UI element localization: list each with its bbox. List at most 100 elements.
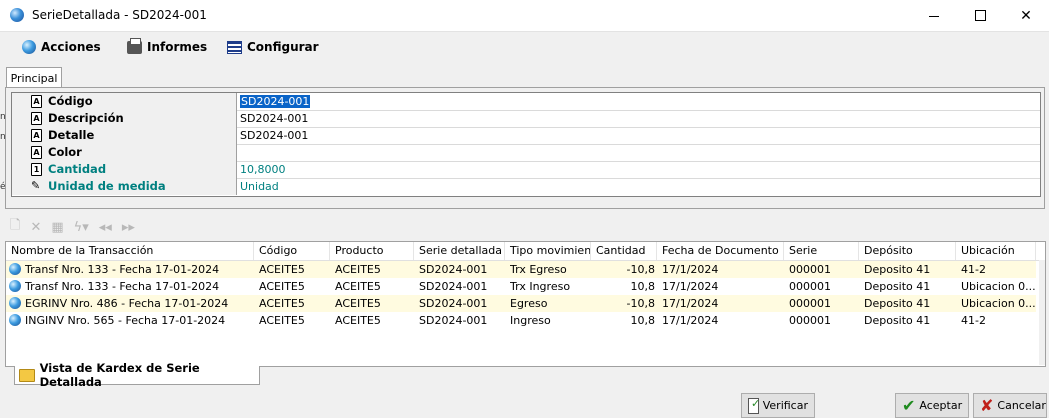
lookup-pencil-icon: ✎ bbox=[31, 179, 41, 192]
cell-ubicacion: Ubicacion 0... bbox=[961, 297, 1035, 310]
table-row[interactable]: Transf Nro. 133 - Fecha 17-01-2024 ACEIT… bbox=[6, 261, 1036, 278]
app-globe-icon bbox=[10, 8, 24, 22]
prop-label-cell: 1 Cantidad bbox=[12, 161, 237, 178]
cell-transaccion: EGRINV Nro. 486 - Fecha 17-01-2024 bbox=[25, 297, 229, 310]
cell-codigo: ACEITE5 bbox=[259, 314, 305, 327]
cell-cantidad: 10,8 bbox=[630, 280, 656, 293]
cell-serie: 000001 bbox=[789, 280, 831, 293]
col-header-cantidad[interactable]: Cantidad bbox=[591, 242, 657, 260]
maximize-icon bbox=[974, 10, 986, 21]
cell-fecha: 17/1/2024 bbox=[662, 263, 719, 276]
list-toolbar: 🗋 ✕ ▦ ϟ▾ ◂◂ ▸▸ bbox=[10, 218, 135, 236]
cancelar-button[interactable]: ✘ Cancelar bbox=[973, 393, 1047, 418]
menu-configurar[interactable]: Configurar bbox=[227, 40, 319, 54]
cell-transaccion: INGINV Nro. 565 - Fecha 17-01-2024 bbox=[25, 314, 226, 327]
verificar-label: Verificar bbox=[762, 399, 808, 412]
prop-label-cell: ✎ Unidad de medida bbox=[12, 178, 237, 195]
prop-label-detalle: Detalle bbox=[48, 128, 95, 142]
prop-label-codigo: Código bbox=[48, 94, 93, 108]
col-header-serie[interactable]: Serie bbox=[784, 242, 859, 260]
lightning-icon[interactable]: ϟ▾ bbox=[74, 220, 89, 235]
prop-row-color[interactable]: A Color bbox=[12, 144, 1040, 162]
next-icon[interactable]: ▸▸ bbox=[122, 220, 135, 235]
delete-icon[interactable]: ✕ bbox=[30, 220, 41, 235]
text-field-icon: A bbox=[31, 146, 42, 159]
close-icon: ✕ bbox=[1020, 7, 1032, 24]
list-header: Nombre de la Transacción Código Producto… bbox=[6, 242, 1045, 261]
prop-row-detalle[interactable]: A Detalle SD2024-001 bbox=[12, 127, 1040, 145]
minimize-icon bbox=[929, 16, 939, 17]
cell-deposito: Deposito 41 bbox=[864, 297, 931, 310]
table-row[interactable]: Transf Nro. 133 - Fecha 17-01-2024 ACEIT… bbox=[6, 278, 1036, 295]
cell-fecha: 17/1/2024 bbox=[662, 314, 719, 327]
tab-principal[interactable]: Principal bbox=[6, 67, 62, 88]
printer-icon bbox=[127, 37, 142, 54]
col-header-tipo-movimiento[interactable]: Tipo movimiento bbox=[505, 242, 591, 260]
close-button[interactable]: ✕ bbox=[1003, 0, 1049, 31]
prop-row-descripcion[interactable]: A Descripción SD2024-001 bbox=[12, 110, 1040, 128]
globe-icon bbox=[22, 40, 36, 54]
globe-icon bbox=[9, 297, 21, 309]
globe-icon bbox=[9, 280, 21, 292]
cell-tipo: Trx Egreso bbox=[510, 263, 567, 276]
left-edge-text: n bbox=[0, 132, 6, 142]
title-bar: SerieDetallada - SD2024-001 ✕ bbox=[0, 0, 1049, 32]
left-edge-text: n bbox=[0, 112, 6, 122]
prop-value-detalle[interactable]: SD2024-001 bbox=[240, 127, 308, 144]
prop-label-cell: A Código bbox=[12, 93, 237, 110]
table-row[interactable]: EGRINV Nro. 486 - Fecha 17-01-2024 ACEIT… bbox=[6, 295, 1036, 312]
col-header-producto[interactable]: Producto bbox=[330, 242, 414, 260]
cell-fecha: 17/1/2024 bbox=[662, 297, 719, 310]
cell-tipo: Ingreso bbox=[510, 314, 551, 327]
col-header-serie-detallada[interactable]: Serie detallada bbox=[414, 242, 505, 260]
new-document-icon[interactable]: 🗋 bbox=[10, 216, 20, 238]
cancel-x-icon: ✘ bbox=[980, 396, 994, 415]
col-header-ubicacion[interactable]: Ubicación bbox=[956, 242, 1036, 260]
tab-vista-kardex-label: Vista de Kardex de Serie Detallada bbox=[39, 361, 200, 389]
cell-serie: 000001 bbox=[789, 297, 831, 310]
cell-tipo: Egreso bbox=[510, 297, 548, 310]
maximize-button[interactable] bbox=[957, 0, 1003, 31]
cell-producto: ACEITE5 bbox=[335, 263, 381, 276]
prop-value-descripcion[interactable]: SD2024-001 bbox=[240, 110, 308, 127]
verify-icon bbox=[748, 397, 760, 414]
left-edge-text: é bbox=[0, 182, 6, 192]
cell-transaccion: Transf Nro. 133 - Fecha 17-01-2024 bbox=[25, 280, 220, 293]
menu-acciones[interactable]: Acciones bbox=[22, 40, 101, 54]
col-header-transaccion[interactable]: Nombre de la Transacción bbox=[6, 242, 254, 260]
prop-row-unidad[interactable]: ✎ Unidad de medida Unidad bbox=[12, 178, 1040, 195]
col-header-fecha[interactable]: Fecha de Documento bbox=[657, 242, 784, 260]
prop-value-unidad[interactable]: Unidad bbox=[240, 178, 279, 195]
kardex-list: Nombre de la Transacción Código Producto… bbox=[5, 241, 1046, 367]
table-config-icon bbox=[227, 40, 242, 54]
cell-serie-detallada: SD2024-001 bbox=[419, 263, 488, 276]
prop-value-codigo[interactable]: SD2024-001 bbox=[240, 93, 311, 110]
col-header-deposito[interactable]: Depósito bbox=[859, 242, 956, 260]
tab-vista-kardex[interactable]: Vista de Kardex de Serie Detallada bbox=[14, 361, 260, 389]
cell-serie: 000001 bbox=[789, 263, 831, 276]
cell-cantidad: -10,8 bbox=[626, 263, 655, 276]
col-header-codigo[interactable]: Código bbox=[254, 242, 330, 260]
prop-row-cantidad[interactable]: 1 Cantidad 10,8000 bbox=[12, 161, 1040, 179]
numeric-field-icon: 1 bbox=[31, 163, 42, 176]
aceptar-label: Aceptar bbox=[919, 399, 963, 412]
minimize-button[interactable] bbox=[911, 0, 957, 31]
cell-ubicacion: 41-2 bbox=[961, 263, 986, 276]
cell-tipo: Trx Ingreso bbox=[510, 280, 571, 293]
cell-producto: ACEITE5 bbox=[335, 280, 381, 293]
verificar-button[interactable]: Verificar bbox=[741, 393, 815, 418]
table-row[interactable]: INGINV Nro. 565 - Fecha 17-01-2024 ACEIT… bbox=[6, 312, 1036, 329]
property-grid: A Código SD2024-001 A Descripción SD2024… bbox=[11, 92, 1041, 197]
text-field-icon: A bbox=[31, 129, 42, 142]
aceptar-button[interactable]: ✔ Aceptar bbox=[895, 393, 969, 418]
text-field-icon: A bbox=[31, 95, 42, 108]
cell-codigo: ACEITE5 bbox=[259, 263, 305, 276]
prop-value-cantidad[interactable]: 10,8000 bbox=[240, 161, 286, 178]
checkmark-icon: ✔ bbox=[902, 396, 916, 415]
save-icon[interactable]: ▦ bbox=[51, 220, 63, 235]
menu-informes[interactable]: Informes bbox=[127, 37, 207, 54]
cell-producto: ACEITE5 bbox=[335, 297, 381, 310]
cell-cantidad: 10,8 bbox=[630, 314, 656, 327]
prop-row-codigo[interactable]: A Código SD2024-001 bbox=[12, 93, 1040, 111]
previous-icon[interactable]: ◂◂ bbox=[99, 220, 112, 235]
